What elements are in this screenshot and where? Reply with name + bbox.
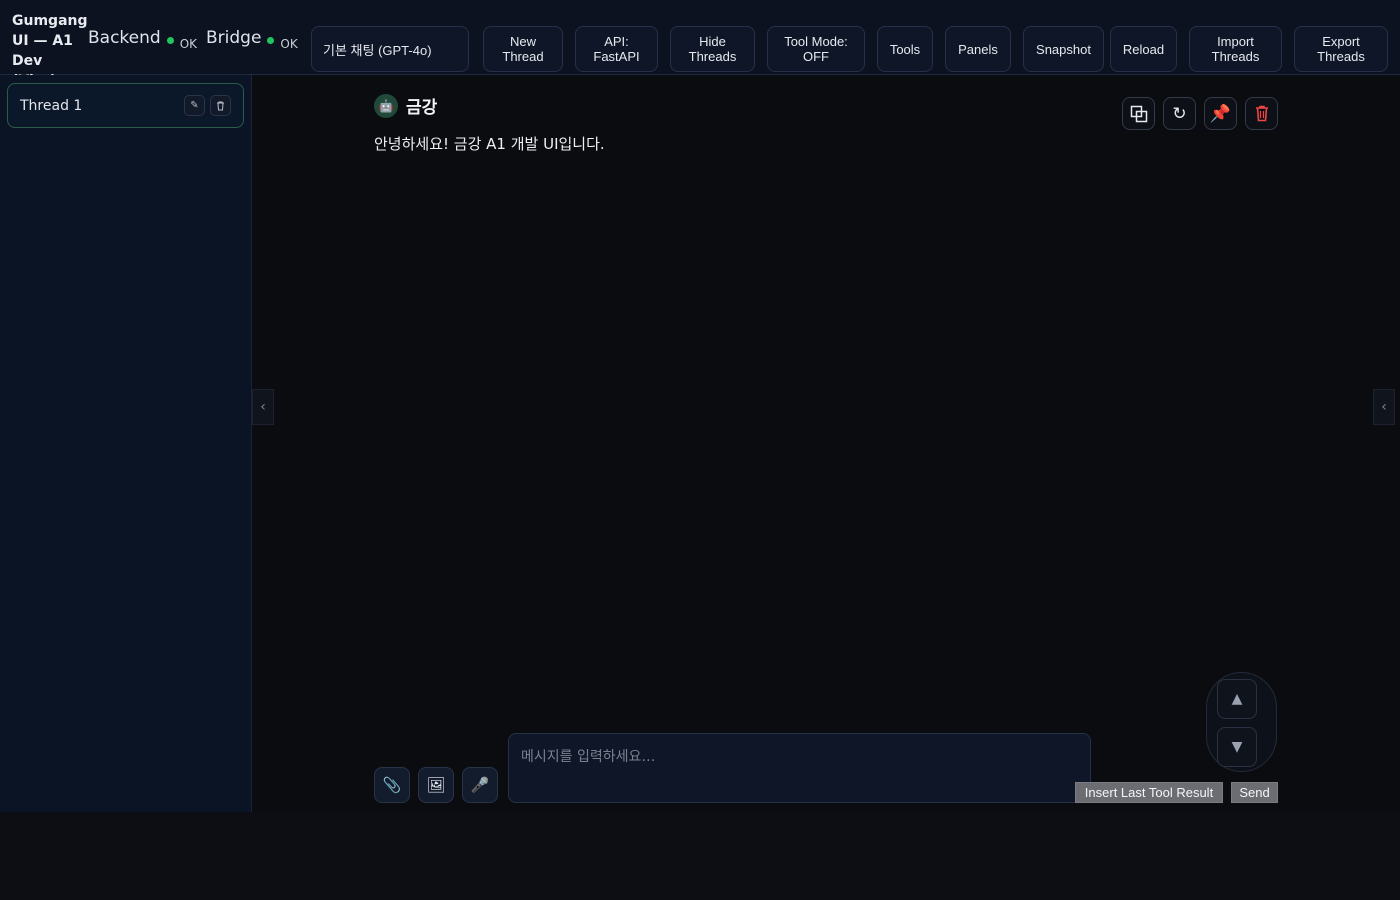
backend-status: Backend OK (88, 28, 198, 51)
export-threads-button[interactable]: Export Threads (1294, 26, 1388, 72)
pencil-icon[interactable]: ✎ (184, 95, 205, 116)
trash-icon[interactable] (210, 95, 231, 116)
bottom-strip (0, 812, 1400, 900)
thread-sidebar: Thread 1 ✎ (0, 75, 252, 812)
send-button[interactable]: Send (1231, 782, 1278, 803)
message-text: 안녕하세요! 금강 A1 개발 UI입니다. (374, 135, 605, 153)
thread-label: Thread 1 (20, 97, 83, 114)
bridge-status-dot (267, 37, 275, 44)
refresh-icon[interactable]: ↻ (1163, 97, 1196, 130)
bridge-status: Bridge OK (206, 28, 298, 51)
api-button[interactable]: API: FastAPI (575, 26, 658, 72)
copy-icon[interactable] (1122, 97, 1155, 130)
chat-main: ‹ ‹ 🤖 금강 안녕하세요! 금강 A1 개발 UI입니다. ↻ 📌 ▲ ▼ … (252, 75, 1400, 812)
message-header: 🤖 금강 (374, 93, 437, 118)
trash-icon[interactable] (1245, 97, 1278, 130)
image-icon[interactable]: 🖼 (418, 767, 454, 803)
message-sender: 금강 (406, 98, 438, 118)
panels-button[interactable]: Panels (945, 26, 1011, 72)
tool-mode-button[interactable]: Tool Mode: OFF (767, 26, 865, 72)
robot-icon: 🤖 (374, 93, 398, 118)
backend-label: Backend (88, 28, 161, 48)
model-select[interactable]: 기본 채팅 (GPT-4o) (311, 26, 469, 72)
bridge-status-text: OK (280, 37, 298, 51)
scroll-controls: ▲ ▼ (1206, 672, 1277, 772)
hide-threads-button[interactable]: Hide Threads (670, 26, 755, 72)
top-bar: Gumgang UI — A1 Dev (Vite) Backend OK Br… (0, 0, 1400, 89)
message-input[interactable] (508, 733, 1091, 803)
backend-status-text: OK (179, 37, 198, 51)
new-thread-button[interactable]: New Thread (483, 26, 563, 72)
import-threads-button[interactable]: Import Threads (1189, 26, 1282, 72)
bridge-label: Bridge (206, 28, 262, 48)
paperclip-icon[interactable]: 📎 (374, 767, 410, 803)
reload-button[interactable]: Reload (1110, 26, 1177, 72)
tools-button[interactable]: Tools (877, 26, 933, 72)
backend-status-dot (166, 37, 174, 44)
collapse-right-handle[interactable]: ‹ (1373, 389, 1395, 425)
thread-item[interactable]: Thread 1 ✎ (7, 83, 244, 128)
snapshot-button[interactable]: Snapshot (1023, 26, 1104, 72)
scroll-down-button[interactable]: ▼ (1217, 727, 1257, 767)
insert-last-tool-result-button[interactable]: Insert Last Tool Result (1075, 782, 1223, 803)
microphone-icon[interactable]: 🎤 (462, 767, 498, 803)
scroll-up-button[interactable]: ▲ (1217, 679, 1257, 719)
pin-icon[interactable]: 📌 (1204, 97, 1237, 130)
message-actions: ↻ 📌 (1122, 97, 1286, 130)
collapse-left-handle[interactable]: ‹ (252, 389, 274, 425)
